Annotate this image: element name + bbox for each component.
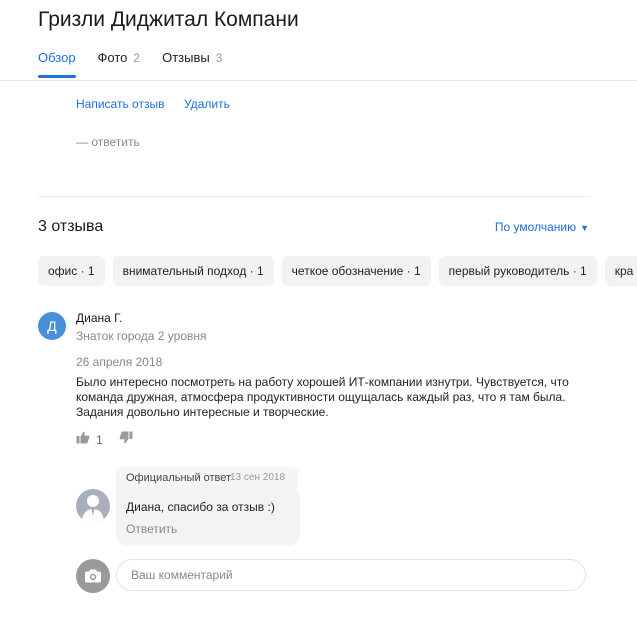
official-reply-date: 13 сен 2018 bbox=[230, 472, 286, 483]
tab-photos-count: 2 bbox=[133, 51, 141, 65]
author-status: Знаток города 2 уровня bbox=[76, 329, 207, 343]
dislike-button[interactable] bbox=[119, 431, 133, 449]
reply-answer-link[interactable]: Ответить bbox=[126, 522, 177, 536]
review-text: Было интересно посмотреть на работу хоро… bbox=[76, 375, 569, 419]
review-tag-chips: офис · 1 внимательный подход · 1 четкое … bbox=[38, 256, 637, 286]
tab-overview[interactable]: Обзор bbox=[38, 50, 76, 78]
tag-chip[interactable]: внимательный подход · 1 bbox=[112, 256, 274, 286]
review-date: 26 апреля 2018 bbox=[76, 355, 163, 369]
delete-review-link[interactable]: Удалить bbox=[184, 97, 230, 111]
thumbs-up-icon bbox=[76, 431, 90, 449]
tab-reviews[interactable]: Отзывы 3 bbox=[162, 50, 222, 65]
sort-label: По умолчанию bbox=[494, 220, 577, 234]
tag-chip[interactable]: офис · 1 bbox=[38, 256, 105, 286]
person-silhouette-icon bbox=[76, 489, 110, 523]
reviews-count-heading: 3 отзыва bbox=[38, 218, 104, 235]
official-reply-label: Официальный ответ bbox=[126, 472, 232, 484]
own-review-reply-link[interactable]: — ответить bbox=[76, 135, 140, 149]
write-review-link[interactable]: Написать отзыв bbox=[76, 97, 164, 111]
author-name[interactable]: Диана Г. bbox=[76, 311, 123, 325]
add-photo-button[interactable] bbox=[76, 559, 110, 593]
official-reply-text: Диана, спасибо за отзыв :) bbox=[126, 500, 275, 514]
tab-photos-label: Фото bbox=[97, 50, 128, 65]
chevron-down-icon: ▼ bbox=[580, 223, 589, 233]
tag-chip[interactable]: кра bbox=[604, 256, 637, 286]
section-divider bbox=[38, 196, 590, 197]
tab-reviews-label: Отзывы bbox=[162, 50, 210, 65]
camera-icon bbox=[76, 569, 110, 597]
like-button[interactable]: 1 bbox=[76, 431, 103, 449]
like-count: 1 bbox=[96, 433, 103, 447]
comment-input[interactable] bbox=[116, 559, 586, 591]
tab-photos[interactable]: Фото 2 bbox=[98, 50, 141, 65]
tab-bar: Обзор Фото 2 Отзывы 3 bbox=[38, 50, 244, 78]
tab-reviews-count: 3 bbox=[215, 51, 223, 65]
tab-overview-label: Обзор bbox=[38, 50, 76, 65]
official-reply-bubble bbox=[116, 487, 300, 545]
sort-dropdown[interactable]: По умолчанию ▼ bbox=[495, 220, 589, 234]
tag-chip[interactable]: первый руководитель · 1 bbox=[438, 256, 597, 286]
company-title: Гризли Диджитал Компани bbox=[38, 8, 299, 31]
tag-chip[interactable]: четкое обозначение · 1 bbox=[281, 256, 431, 286]
author-avatar[interactable]: Д bbox=[38, 312, 66, 340]
thumbs-down-icon bbox=[119, 431, 133, 448]
header-divider bbox=[0, 80, 637, 81]
